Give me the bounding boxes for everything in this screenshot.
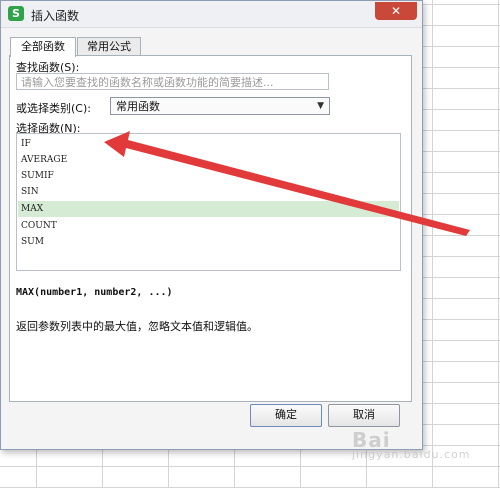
tab-all-functions[interactable]: 全部函数 [10,37,76,57]
watermark-subtext: jingyan.baidu.com [352,448,471,461]
annotation-arrow-icon [104,131,470,236]
baidu-watermark-logo: Bai jingyan.baidu.com [352,428,471,461]
